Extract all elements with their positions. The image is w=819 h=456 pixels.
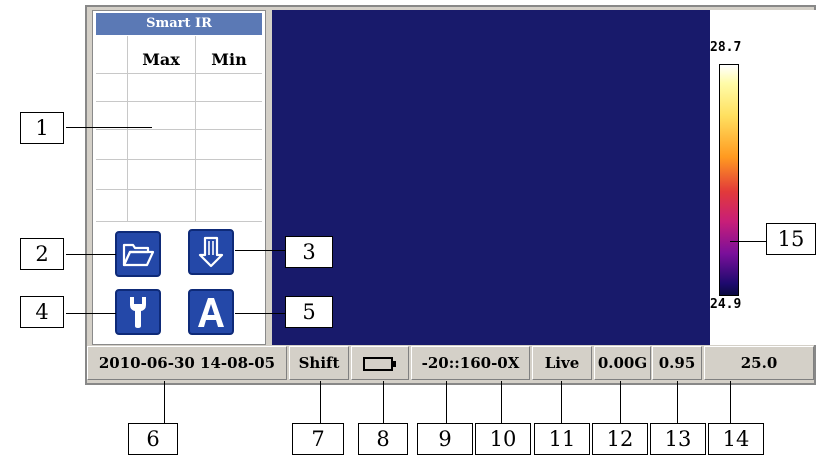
- table-grid-line: [96, 159, 262, 160]
- callout-13: 13: [650, 423, 706, 455]
- max-column-header: Max: [142, 50, 180, 69]
- auto-a-icon: [198, 298, 224, 327]
- status-temperature: 25.0: [704, 346, 814, 380]
- callout-4: 4: [20, 296, 64, 328]
- callout-line-13: [677, 381, 678, 423]
- status-range: -20::160-0X: [411, 346, 530, 380]
- callout-15: 15: [766, 223, 816, 255]
- min-column-header: Min: [211, 50, 247, 69]
- callout-line-8: [383, 381, 384, 423]
- status-mode: Live: [532, 346, 592, 380]
- callout-line-2: [66, 254, 116, 255]
- callout-6: 6: [128, 423, 178, 455]
- thermal-image-area[interactable]: [272, 10, 710, 345]
- wrench-settings-icon: [130, 297, 146, 328]
- callout-line-14: [730, 381, 731, 423]
- table-grid-line: [96, 189, 262, 190]
- status-emissivity: 0.95: [652, 346, 702, 380]
- callout-7: 7: [292, 423, 344, 455]
- scale-min-label: 24.9: [710, 297, 742, 312]
- table-grid-line: [96, 221, 262, 222]
- save-download-icon: [198, 236, 224, 268]
- callout-8: 8: [358, 423, 408, 455]
- callout-line-1: [66, 127, 152, 128]
- callout-line-11: [561, 381, 562, 423]
- status-datetime: 2010-06-30 14-08-05: [87, 346, 287, 380]
- folder-button[interactable]: [115, 231, 161, 277]
- callout-line-3: [235, 250, 285, 251]
- callout-line-10: [501, 381, 502, 423]
- callout-line-15: [730, 241, 766, 242]
- scale-max-label: 28.7: [710, 40, 742, 55]
- table-grid-line: [96, 73, 262, 74]
- status-value-g: 0.00G: [594, 346, 651, 380]
- callout-9: 9: [417, 423, 473, 455]
- callout-line-6: [164, 381, 165, 423]
- folder-icon: [122, 243, 155, 267]
- table-grid-line: [96, 101, 262, 102]
- save-button[interactable]: [188, 229, 234, 275]
- shift-button[interactable]: Shift: [289, 346, 349, 380]
- callout-line-5: [235, 313, 285, 314]
- panel-title: Smart IR: [96, 13, 262, 35]
- table-grid-line: [96, 129, 262, 130]
- callout-5: 5: [285, 296, 333, 328]
- callout-11: 11: [534, 423, 590, 455]
- callout-line-9: [446, 381, 447, 423]
- callout-1: 1: [20, 112, 64, 144]
- callout-line-7: [320, 381, 321, 423]
- callout-12: 12: [592, 423, 648, 455]
- callout-10: 10: [475, 423, 531, 455]
- callout-line-12: [620, 381, 621, 423]
- settings-button[interactable]: [115, 289, 161, 335]
- callout-line-4: [66, 313, 116, 314]
- battery-icon: [363, 357, 396, 371]
- callout-14: 14: [708, 423, 764, 455]
- callout-3: 3: [285, 236, 333, 268]
- callout-2: 2: [20, 238, 64, 270]
- auto-button[interactable]: [188, 289, 234, 335]
- color-scale-bar: [719, 64, 739, 296]
- status-battery: [351, 346, 409, 380]
